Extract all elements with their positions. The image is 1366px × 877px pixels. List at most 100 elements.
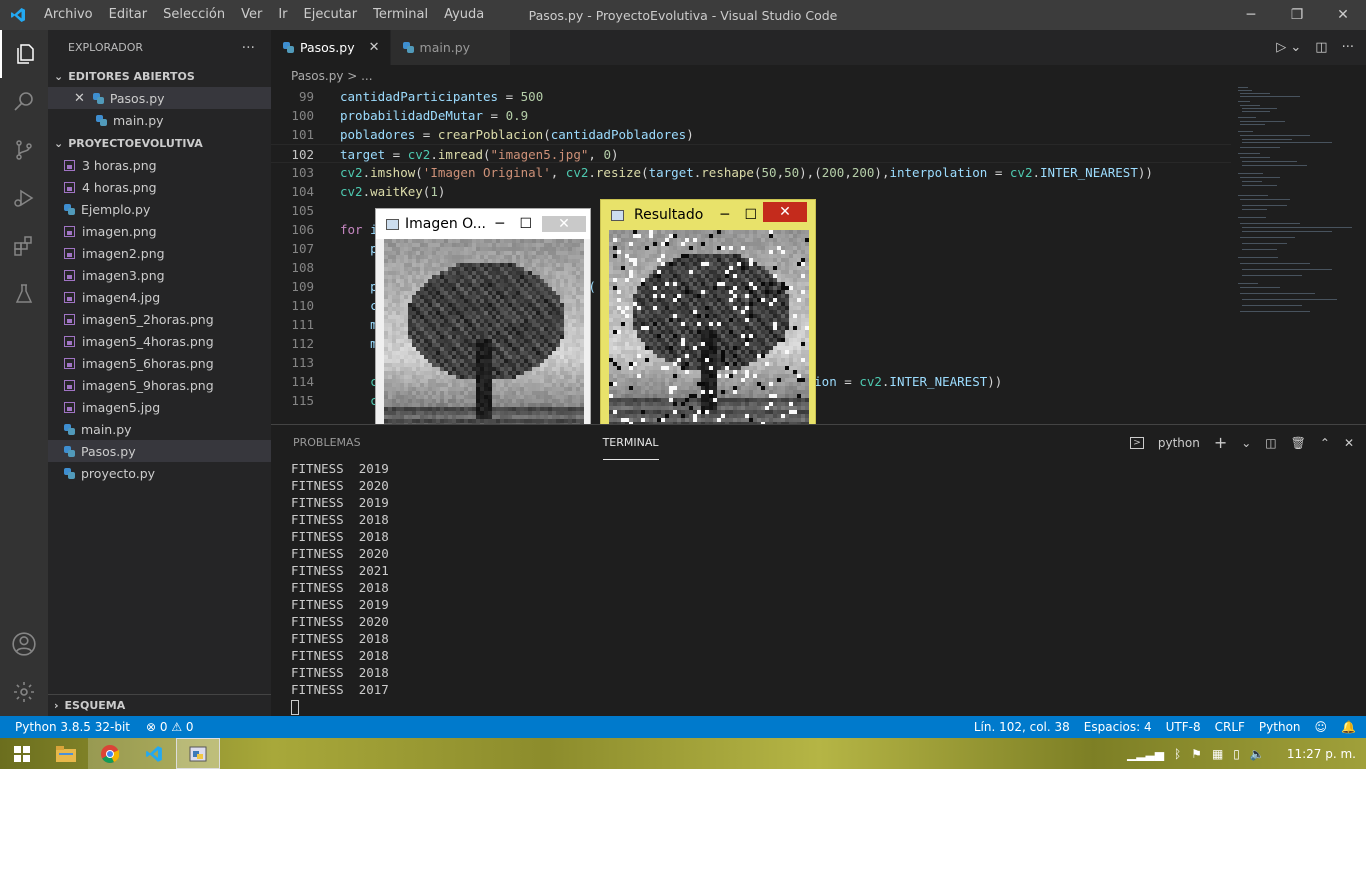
file-item[interactable]: imagen5_4horas.png — [48, 330, 271, 352]
battery-icon[interactable]: ▯ — [1233, 747, 1240, 761]
run-python-icon[interactable]: ▷ ⌄ — [1276, 40, 1301, 55]
terminal-output[interactable]: FITNESS 2019 FITNESS 2020 FITNESS 2019 FITN… — [291, 460, 389, 715]
file-explorer-icon[interactable] — [44, 738, 88, 769]
result-tree-image — [609, 230, 809, 430]
file-item[interactable]: Pasos.py — [48, 440, 271, 462]
file-name: 3 horas.png — [82, 157, 157, 173]
close-tab-icon[interactable]: ✕ — [369, 40, 380, 55]
line-ending[interactable]: CRLF — [1215, 720, 1245, 734]
outline-header[interactable]: › ESQUEMA — [48, 694, 271, 716]
minimize-button[interactable]: ─ — [496, 216, 504, 232]
original-image-window[interactable]: Imagen O... ─ ☐ ✕ — [375, 208, 591, 446]
line-number: 111 — [291, 317, 314, 332]
clock-time[interactable]: 11:27 p. m. — [1287, 747, 1356, 761]
tab-pasos[interactable]: Pasos.py ✕ — [271, 30, 391, 65]
tab-terminal[interactable]: TERMINAL — [602, 426, 659, 460]
indentation[interactable]: Espacios: 4 — [1084, 720, 1152, 734]
file-item[interactable]: proyecto.py — [48, 462, 271, 484]
close-window-button[interactable]: ✕ — [1320, 0, 1366, 30]
open-editor-main[interactable]: main.py — [48, 109, 271, 131]
language-mode[interactable]: Python — [1259, 720, 1301, 734]
close-panel-icon[interactable]: ✕ — [1344, 436, 1354, 450]
encoding[interactable]: UTF-8 — [1166, 720, 1201, 734]
file-item[interactable]: imagen5_6horas.png — [48, 352, 271, 374]
menu-seleccion[interactable]: Selección — [155, 0, 233, 30]
close-icon[interactable]: ✕ — [74, 91, 85, 106]
vscode-logo-icon — [0, 0, 36, 30]
menu-archivo[interactable]: Archivo — [36, 0, 101, 30]
menu-ir[interactable]: Ir — [270, 0, 295, 30]
notifications-bell-icon[interactable]: 🔔 — [1341, 720, 1356, 734]
file-item[interactable]: imagen2.png — [48, 242, 271, 264]
maximize-panel-icon[interactable]: ⌃ — [1320, 436, 1330, 450]
bluetooth-icon[interactable]: ᛒ — [1174, 747, 1181, 761]
result-image-window[interactable]: Resultado ─ ☐ ✕ — [600, 199, 816, 437]
minimap[interactable] — [1236, 87, 1356, 424]
breadcrumb[interactable]: Pasos.py > ... — [271, 65, 1366, 87]
open-editors-header[interactable]: ⌄ EDITORES ABIERTOS — [48, 65, 271, 87]
tab-main[interactable]: main.py — [390, 30, 512, 65]
search-icon[interactable] — [0, 78, 48, 126]
split-editor-icon[interactable]: ◫ — [1315, 40, 1327, 55]
menu-ejecutar[interactable]: Ejecutar — [296, 0, 366, 30]
split-terminal-icon[interactable]: ◫ — [1265, 436, 1276, 450]
feedback-icon[interactable]: ☺ — [1315, 720, 1328, 734]
network-icon[interactable]: ▁▂▃▅ — [1127, 747, 1164, 761]
vscode-taskbar-icon[interactable] — [132, 738, 176, 769]
file-item[interactable]: 3 horas.png — [48, 154, 271, 176]
problems-count[interactable]: ⊗ 0 ⚠ 0 — [146, 720, 194, 734]
python-taskbar-icon[interactable] — [176, 738, 220, 769]
menu-ayuda[interactable]: Ayuda — [436, 0, 492, 30]
file-item[interactable]: imagen.png — [48, 220, 271, 242]
file-item[interactable]: imagen3.png — [48, 264, 271, 286]
volume-icon[interactable]: 🔈 — [1250, 747, 1265, 761]
file-item[interactable]: main.py — [48, 418, 271, 440]
extensions-icon[interactable] — [0, 222, 48, 270]
chrome-icon[interactable] — [88, 738, 132, 769]
tab-problems[interactable]: PROBLEMAS — [271, 426, 383, 459]
cursor-position[interactable]: Lín. 102, col. 38 — [974, 720, 1070, 734]
editor-more-icon[interactable]: ··· — [1342, 40, 1354, 55]
file-item[interactable]: imagen5_2horas.png — [48, 308, 271, 330]
flag-icon[interactable]: ⚑ — [1191, 747, 1202, 761]
close-window-button[interactable]: ✕ — [763, 202, 807, 222]
maximize-button[interactable]: ☐ — [519, 216, 532, 232]
file-item[interactable]: Ejemplo.py — [48, 198, 271, 220]
image-file-icon — [64, 357, 75, 369]
file-name: imagen5_2horas.png — [82, 311, 214, 327]
trash-icon[interactable]: 🗑 — [1291, 436, 1306, 450]
more-actions-icon[interactable]: ··· — [242, 40, 255, 56]
menu-editar[interactable]: Editar — [101, 0, 156, 30]
terminal-line: FITNESS 2020 — [291, 614, 389, 629]
file-item[interactable]: imagen4.jpg — [48, 286, 271, 308]
file-item[interactable]: imagen5_9horas.png — [48, 374, 271, 396]
minimize-button[interactable]: ─ — [1228, 0, 1274, 30]
language-icon[interactable]: ▦ — [1212, 747, 1223, 761]
file-item[interactable]: 4 horas.png — [48, 176, 271, 198]
chevron-down-icon[interactable]: ⌄ — [1241, 436, 1251, 450]
close-window-button[interactable]: ✕ — [542, 216, 586, 232]
terminal-panel: PROBLEMAS TERMINAL > python + ⌄ ◫ 🗑 ⌃ ✕ … — [271, 424, 1366, 716]
testing-flask-icon[interactable] — [0, 270, 48, 318]
line-number: 102 — [291, 147, 314, 162]
maximize-button[interactable]: ☐ — [744, 207, 757, 223]
windows-start-icon[interactable] — [0, 738, 44, 769]
source-control-icon[interactable] — [0, 126, 48, 174]
terminal-shell-label[interactable]: python — [1158, 436, 1200, 450]
line-number: 110 — [291, 298, 314, 313]
run-debug-icon[interactable] — [0, 174, 48, 222]
file-item[interactable]: imagen5.jpg — [48, 396, 271, 418]
original-tree-image — [384, 239, 584, 439]
terminal-line: FITNESS 2018 — [291, 665, 389, 680]
open-editor-pasos[interactable]: ✕ Pasos.py — [48, 87, 271, 109]
project-folder-header[interactable]: ⌄ PROYECTOEVOLUTIVA — [48, 132, 271, 154]
account-icon[interactable] — [0, 620, 48, 668]
settings-gear-icon[interactable] — [0, 668, 48, 716]
python-interpreter[interactable]: Python 3.8.5 32-bit — [15, 720, 130, 734]
new-terminal-icon[interactable]: + — [1214, 433, 1227, 452]
restore-button[interactable]: ❐ — [1274, 0, 1320, 30]
minimize-button[interactable]: ─ — [721, 207, 729, 223]
menu-terminal[interactable]: Terminal — [365, 0, 436, 30]
explorer-icon[interactable] — [0, 30, 48, 78]
menu-ver[interactable]: Ver — [233, 0, 270, 30]
